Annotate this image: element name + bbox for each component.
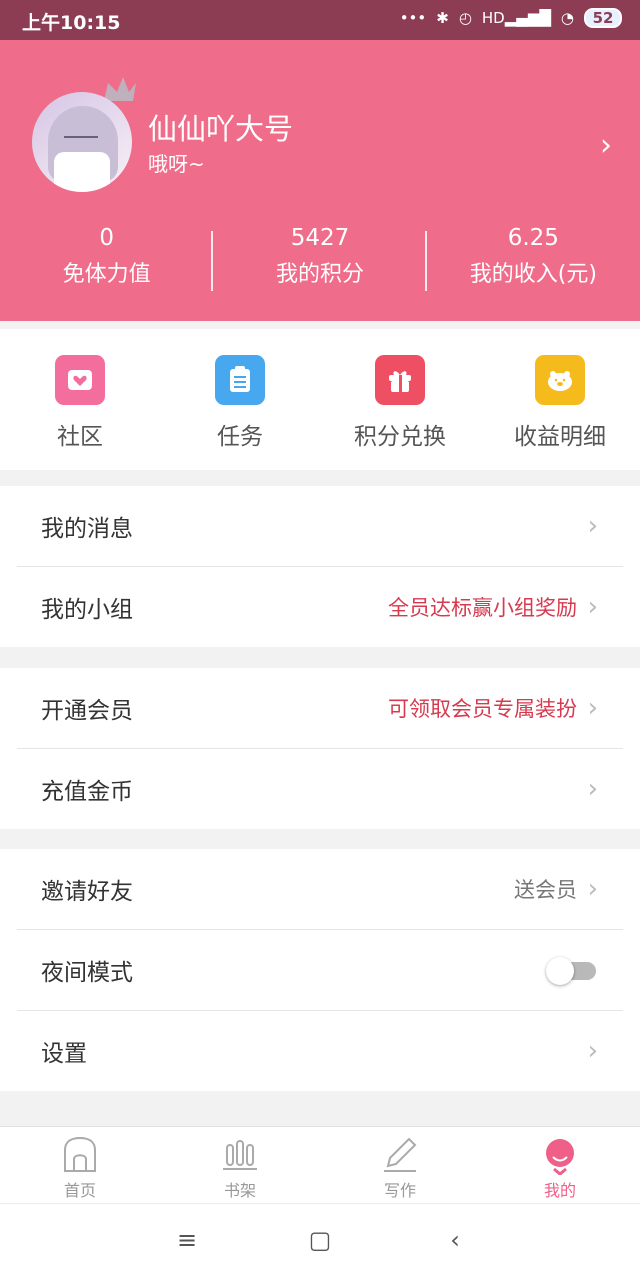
- avatar-eyes-shape: [64, 136, 98, 146]
- quick-action-points-exchange[interactable]: 积分兑换: [320, 329, 480, 470]
- stat-label: 我的积分: [275, 262, 364, 287]
- menu-row-recharge-coins[interactable]: 充值金币 ›: [17, 749, 623, 829]
- menu-row-title: 设置: [41, 1041, 87, 1067]
- hd-label: HD: [481, 9, 505, 27]
- stat-value: 0: [99, 225, 114, 251]
- stat-points[interactable]: 5427 我的积分: [213, 223, 427, 295]
- tab-mine[interactable]: 我的: [480, 1127, 640, 1203]
- profile-chevron-right-icon[interactable]: ›: [600, 128, 612, 163]
- quick-action-income-details[interactable]: 收益明细: [480, 329, 640, 470]
- bluetooth-icon: ✱: [436, 9, 449, 27]
- menu-row-open-membership[interactable]: 开通会员 可领取会员专属装扮 ›: [17, 668, 623, 749]
- stat-income[interactable]: 6.25 我的收入(元): [427, 223, 640, 295]
- stat-stamina[interactable]: 0 免体力值: [0, 223, 214, 295]
- stat-value: 6.25: [507, 225, 559, 251]
- menu-row-title: 我的消息: [41, 516, 133, 542]
- menu-row-my-messages[interactable]: 我的消息 ›: [17, 486, 623, 567]
- chevron-right-icon: ›: [587, 592, 598, 622]
- task-list-icon: [215, 355, 265, 405]
- heart-envelope-icon: [55, 355, 105, 405]
- menu-row-settings[interactable]: 设置 ›: [17, 1011, 623, 1091]
- quick-action-label: 积分兑换: [354, 424, 446, 450]
- profile-stats: 0 免体力值 5427 我的积分 6.25 我的收入(元): [0, 223, 640, 295]
- status-time: 上午10:15: [22, 12, 121, 34]
- menu-row-note: 送会员: [514, 878, 577, 902]
- profile-bio: 哦呀~: [148, 152, 205, 176]
- tab-home[interactable]: 首页: [0, 1127, 160, 1203]
- chevron-right-icon: ›: [587, 511, 598, 541]
- tab-label: 书架: [223, 1181, 256, 1200]
- avatar[interactable]: [32, 92, 132, 192]
- menu-row-note: 全员达标赢小组奖励: [388, 596, 577, 620]
- menu-row-my-group[interactable]: 我的小组 全员达标赢小组奖励 ›: [17, 567, 623, 647]
- chevron-right-icon: ›: [587, 1036, 598, 1066]
- home-square-icon[interactable]: ▢: [300, 1226, 340, 1256]
- heart-envelope-glyph: [68, 370, 92, 390]
- quick-action-tasks[interactable]: 任务: [160, 329, 320, 470]
- menu-row-invite-friends[interactable]: 邀请好友 送会员 ›: [17, 849, 623, 930]
- tab-label: 首页: [63, 1181, 96, 1200]
- tab-bookshelf[interactable]: 书架: [160, 1127, 320, 1203]
- chevron-right-icon: ›: [587, 774, 598, 804]
- stat-label: 我的收入(元): [469, 262, 597, 287]
- bookshelf-icon: [223, 1140, 257, 1170]
- tab-writing[interactable]: 写作: [320, 1127, 480, 1203]
- quick-actions: 社区 任务 积分兑换 收益明细: [0, 329, 640, 470]
- menu-group-settings: 邀请好友 送会员 › 夜间模式 设置 ›: [0, 849, 640, 1091]
- wifi-icon: ◔: [560, 9, 574, 27]
- piggy-bank-glyph: [548, 371, 572, 391]
- menu-row-title: 邀请好友: [41, 879, 133, 905]
- menu-group-membership: 开通会员 可领取会员专属装扮 › 充值金币 ›: [0, 668, 640, 829]
- bottom-tabbar: 首页 书架 写作 我的: [0, 1126, 640, 1203]
- task-list-glyph: [230, 366, 250, 392]
- gift-glyph: [389, 371, 411, 392]
- home-icon: [64, 1136, 96, 1172]
- more-icon: •••: [399, 9, 427, 27]
- night-mode-toggle[interactable]: [546, 956, 598, 985]
- profile-icon: [546, 1139, 574, 1175]
- menu-row-note: 可领取会员专属装扮: [388, 697, 577, 721]
- menu-row-title: 我的小组: [41, 597, 133, 623]
- pencil-icon: [384, 1137, 417, 1172]
- profile-header[interactable]: 仙仙吖大号 哦呀~ › 0 免体力值 5427 我的积分 6.25 我的收入(元…: [0, 40, 640, 321]
- chevron-right-icon: ›: [587, 693, 598, 723]
- status-bar: 上午10:15 ••• ✱ ◴ HD▂▄▆█ ◔ 52: [0, 0, 640, 40]
- status-icons: ••• ✱ ◴ HD▂▄▆█ ◔ 52: [400, 8, 622, 28]
- menu-row-night-mode[interactable]: 夜间模式: [17, 930, 623, 1011]
- avatar-shirt-shape: [54, 152, 110, 192]
- menu-row-title: 充值金币: [41, 779, 133, 805]
- stat-value: 5427: [290, 225, 350, 251]
- battery-level: 52: [592, 9, 614, 27]
- stat-label: 免体力值: [62, 262, 151, 287]
- signal-icon: HD▂▄▆█: [481, 9, 551, 27]
- quick-action-label: 社区: [57, 424, 103, 450]
- system-nav-bar: ≡ ▢ ‹: [0, 1203, 640, 1281]
- tab-label: 写作: [383, 1181, 416, 1200]
- profile-name: 仙仙吖大号: [148, 112, 294, 146]
- menu-row-title: 夜间模式: [41, 960, 133, 986]
- battery-icon: 52: [584, 8, 622, 28]
- piggy-bank-icon: [535, 355, 585, 405]
- menu-group-messages: 我的消息 › 我的小组 全员达标赢小组奖励 ›: [0, 486, 640, 647]
- toggle-knob: [546, 957, 574, 985]
- quick-action-label: 收益明细: [514, 424, 606, 450]
- gift-icon: [375, 355, 425, 405]
- alarm-icon: ◴: [458, 9, 472, 27]
- chevron-right-icon: ›: [587, 874, 598, 904]
- menu-row-title: 开通会员: [41, 698, 133, 724]
- quick-action-label: 任务: [217, 424, 263, 450]
- tab-label: 我的: [543, 1181, 576, 1200]
- menu-lines-icon[interactable]: ≡: [167, 1226, 207, 1256]
- quick-action-community[interactable]: 社区: [0, 329, 160, 470]
- back-chevron-icon[interactable]: ‹: [435, 1226, 475, 1256]
